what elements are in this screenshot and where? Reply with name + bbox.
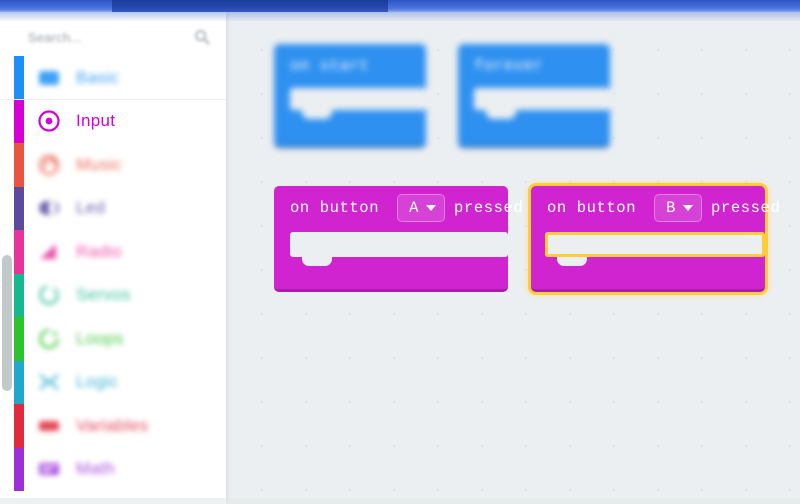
music-icon [36, 152, 62, 178]
led-icon [36, 195, 62, 221]
radio-icon [36, 239, 62, 265]
category-color-strip [14, 143, 24, 187]
variables-icon [36, 413, 62, 439]
block-b-prefix: on button [547, 199, 637, 217]
block-b-header: on button B pressed [531, 186, 780, 230]
block-a-notch [302, 257, 332, 266]
window-bottom-edge [0, 498, 800, 504]
toolbox-category-input[interactable]: Input [0, 99, 226, 143]
basic-icon [36, 65, 62, 91]
category-label: Basic [76, 67, 120, 87]
category-color-strip [14, 230, 24, 274]
makecode-editor: Search... Basic Input Music Led Radio Servos L… [0, 0, 800, 504]
block-a-header: on button A pressed [274, 186, 523, 230]
toolbox-category-loops[interactable]: Loops [0, 317, 226, 361]
category-label: Music [76, 154, 122, 174]
category-color-strip [14, 317, 24, 361]
toolbox-category-servos[interactable]: Servos [0, 273, 226, 317]
toolbox-category-logic[interactable]: Logic [0, 360, 226, 404]
search-input[interactable]: Search... [28, 30, 194, 45]
block-forever-slot[interactable] [474, 88, 610, 110]
servo-icon [36, 282, 62, 308]
block-b-slot[interactable] [545, 232, 765, 257]
category-color-strip [14, 273, 24, 317]
toolbox-category-radio[interactable]: Radio [0, 230, 226, 274]
search-row[interactable]: Search... [0, 20, 226, 54]
chevron-down-icon [683, 205, 694, 211]
block-on-start-label: on start [290, 57, 370, 75]
toolbox-category-variables[interactable]: Variables [0, 404, 226, 448]
toolbox-category-basic[interactable]: Basic [0, 56, 226, 100]
category-color-strip [14, 360, 24, 404]
category-label: Math [76, 459, 115, 479]
browser-tab-strip [112, 0, 388, 12]
category-label: Servos [76, 285, 131, 305]
button-select-b-value: B [666, 199, 677, 217]
block-b-suffix: pressed [711, 199, 781, 217]
math-icon [36, 456, 62, 482]
toolbox-category-led[interactable]: Led [0, 186, 226, 230]
block-a-prefix: on button [290, 199, 380, 217]
category-label: Led [76, 198, 106, 218]
category-color-strip [14, 186, 24, 230]
toolbox-panel: Search... Basic Input Music Led Radio Servos L… [0, 8, 226, 504]
block-a-slot[interactable] [290, 232, 508, 257]
toolbox-category-list[interactable]: Basic Input Music Led Radio Servos Loops Logic V… [0, 56, 226, 504]
category-color-strip [14, 56, 24, 100]
block-on-button-b-pressed[interactable]: on button B pressed [531, 186, 780, 292]
block-forever-label: forever [474, 57, 544, 75]
button-select-a[interactable]: A [397, 194, 446, 222]
category-color-strip [14, 99, 24, 143]
chrome-shadow [0, 12, 800, 22]
blocks-workspace[interactable]: on start forever on button A pressed on … [226, 8, 800, 504]
button-select-a-value: A [409, 199, 420, 217]
block-on-start-header: on start [274, 44, 426, 88]
input-icon [36, 108, 62, 134]
toolbox-scrollbar[interactable] [2, 255, 12, 391]
button-select-b[interactable]: B [654, 194, 703, 222]
block-b-notch [557, 257, 587, 266]
category-label: Loops [76, 328, 124, 348]
category-label: Input [76, 111, 116, 131]
toolbox-category-math[interactable]: Math [0, 447, 226, 491]
category-color-strip [14, 447, 24, 491]
block-on-start-notch [302, 110, 332, 119]
block-a-suffix: pressed [454, 199, 524, 217]
category-label: Logic [76, 372, 119, 392]
block-forever-header: forever [458, 44, 610, 88]
block-forever-notch [486, 110, 516, 119]
block-on-start-slot[interactable] [290, 88, 426, 110]
category-label: Radio [76, 241, 122, 261]
category-label: Variables [76, 415, 149, 435]
search-icon[interactable] [194, 29, 210, 45]
chevron-down-icon [426, 205, 437, 211]
block-forever[interactable]: forever [458, 44, 610, 148]
toolbox-category-music[interactable]: Music [0, 143, 226, 187]
block-on-button-a-pressed[interactable]: on button A pressed [274, 186, 523, 292]
logic-icon [36, 369, 62, 395]
loops-icon [36, 326, 62, 352]
category-color-strip [14, 404, 24, 448]
block-on-start[interactable]: on start [274, 44, 426, 148]
